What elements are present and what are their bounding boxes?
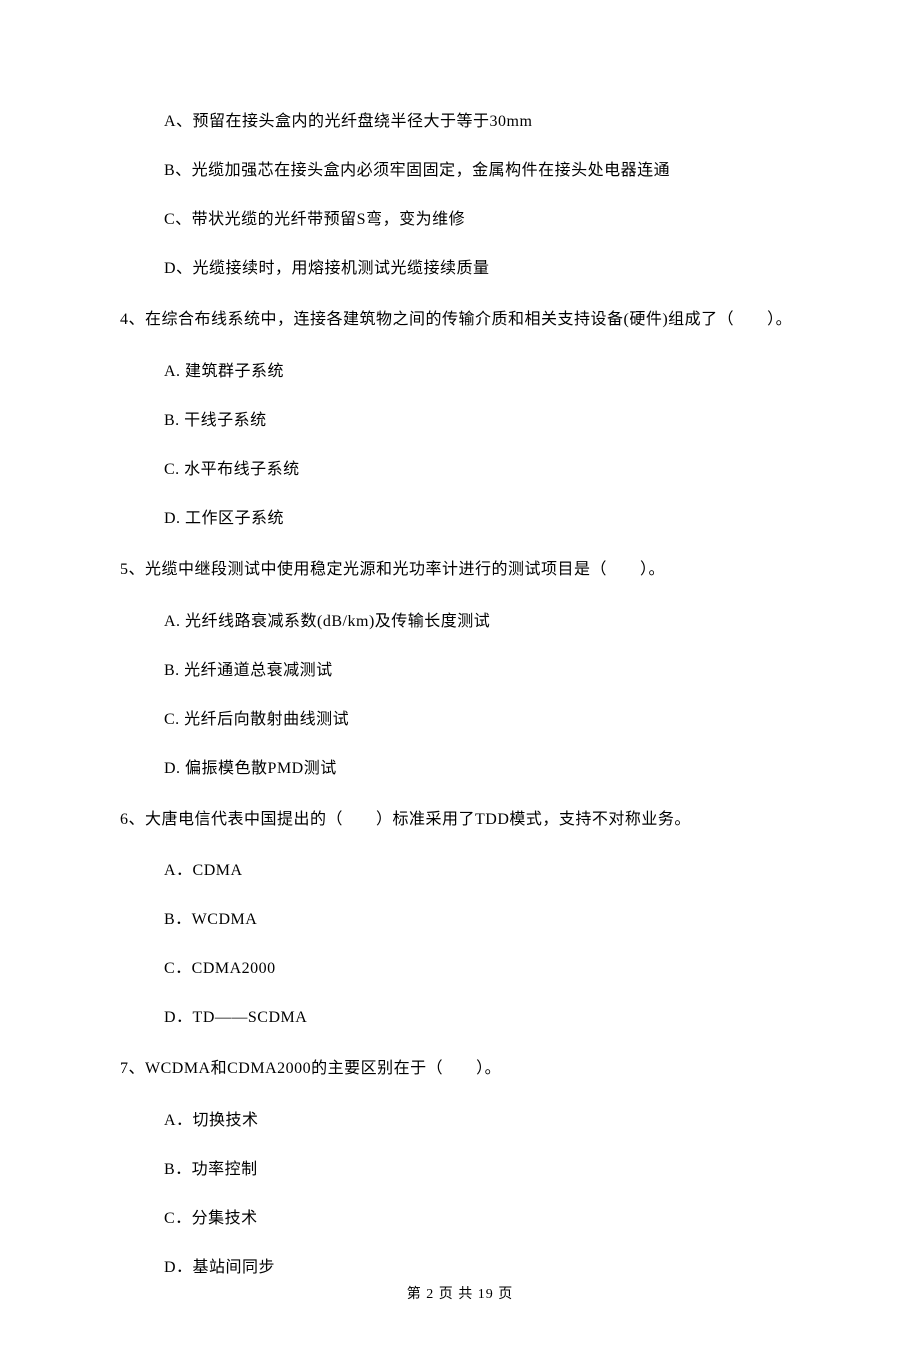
- q7-stem: 7、WCDMA和CDMA2000的主要区别在于（ ）。: [120, 1055, 800, 1084]
- q7-option-c: C．分集技术: [120, 1207, 800, 1231]
- q3-option-a: A、预留在接头盒内的光纤盘绕半径大于等于30mm: [120, 110, 800, 134]
- q4-option-d: D. 工作区子系统: [120, 507, 800, 531]
- q5-option-c: C. 光纤后向散射曲线测试: [120, 708, 800, 732]
- q4-option-b: B. 干线子系统: [120, 409, 800, 433]
- q7-option-b: B．功率控制: [120, 1158, 800, 1182]
- q7-option-d: D．基站间同步: [120, 1256, 800, 1280]
- q5-stem: 5、光缆中继段测试中使用稳定光源和光功率计进行的测试项目是（ ）。: [120, 556, 800, 585]
- q5-option-b: B. 光纤通道总衰减测试: [120, 659, 800, 683]
- q6-option-c: C．CDMA2000: [120, 957, 800, 981]
- q5-option-a: A. 光纤线路衰减系数(dB/km)及传输长度测试: [120, 610, 800, 634]
- q3-option-b: B、光缆加强芯在接头盒内必须牢固固定，金属构件在接头处电器连通: [120, 159, 800, 183]
- q6-option-a: A．CDMA: [120, 859, 800, 883]
- q6-option-d: D．TD——SCDMA: [120, 1006, 800, 1030]
- q4-stem: 4、在综合布线系统中，连接各建筑物之间的传输介质和相关支持设备(硬件)组成了（ …: [120, 306, 800, 335]
- q6-stem: 6、大唐电信代表中国提出的（ ）标准采用了TDD模式，支持不对称业务。: [120, 806, 800, 835]
- q4-option-c: C. 水平布线子系统: [120, 458, 800, 482]
- q5-option-d: D. 偏振模色散PMD测试: [120, 757, 800, 781]
- q7-option-a: A．切换技术: [120, 1109, 800, 1133]
- q3-option-c: C、带状光缆的光纤带预留S弯，变为维修: [120, 208, 800, 232]
- q6-option-b: B．WCDMA: [120, 908, 800, 932]
- q3-option-d: D、光缆接续时，用熔接机测试光缆接续质量: [120, 257, 800, 281]
- q4-option-a: A. 建筑群子系统: [120, 360, 800, 384]
- page-container: A、预留在接头盒内的光纤盘绕半径大于等于30mm B、光缆加强芯在接头盒内必须牢…: [0, 0, 920, 1345]
- page-footer: 第 2 页 共 19 页: [0, 1284, 920, 1305]
